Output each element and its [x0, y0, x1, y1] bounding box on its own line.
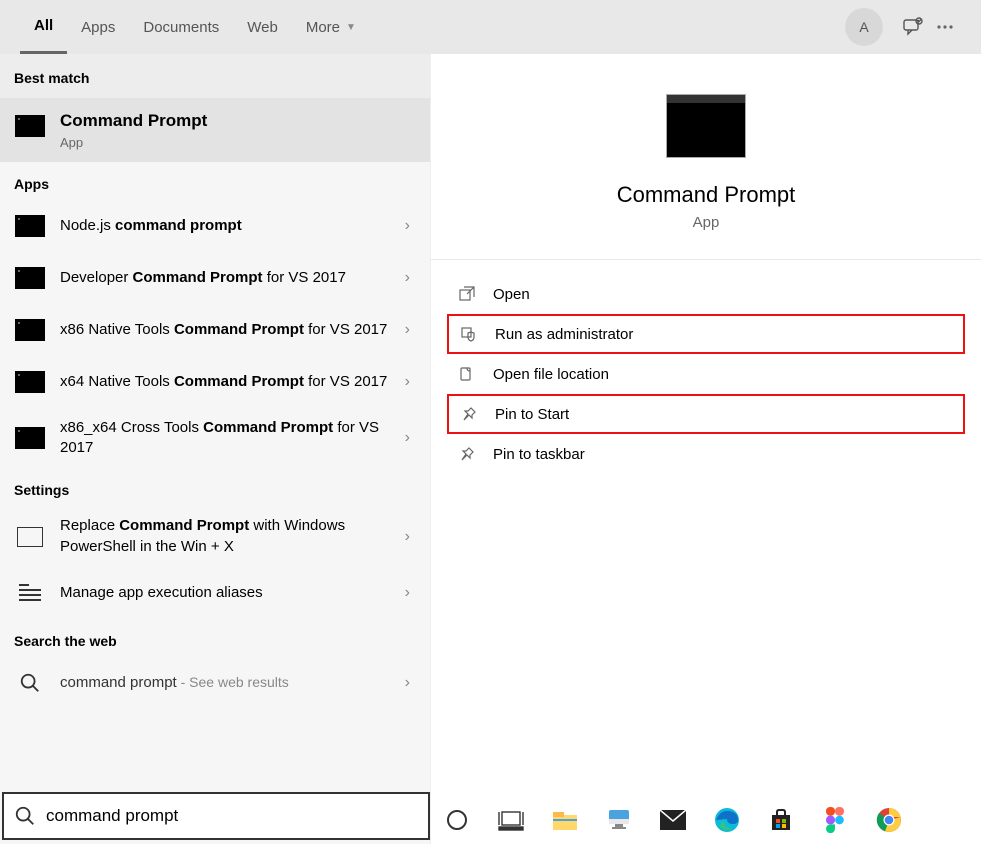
tab-documents[interactable]: Documents	[129, 0, 233, 54]
chevron-right-icon: ›	[399, 674, 416, 692]
tab-all[interactable]: All	[20, 0, 67, 54]
web-result-hint: - See web results	[177, 674, 289, 690]
search-input[interactable]	[46, 794, 428, 838]
app-result[interactable]: Node.js command prompt ›	[0, 200, 430, 252]
command-prompt-icon	[14, 110, 46, 142]
chevron-right-icon: ›	[399, 217, 416, 235]
tab-web[interactable]: Web	[233, 0, 292, 54]
result-text: x64 Native Tools Command Prompt for VS 2…	[60, 372, 399, 392]
chevron-right-icon: ›	[399, 584, 416, 602]
web-search-result[interactable]: command prompt - See web results ›	[0, 657, 430, 709]
feedback-icon[interactable]	[897, 8, 929, 46]
section-search-web: Search the web	[0, 619, 430, 657]
section-best-match: Best match	[0, 54, 430, 98]
section-settings: Settings	[0, 468, 430, 506]
settings-result[interactable]: Replace Command Prompt with Windows Powe…	[0, 506, 430, 567]
result-text: x86_x64 Cross Tools Command Prompt for V…	[60, 418, 399, 459]
action-open-location-label: Open file location	[493, 366, 609, 383]
taskbar	[432, 796, 981, 844]
web-result-text: command prompt - See web results	[60, 673, 399, 693]
taskbar-figma-icon[interactable]	[818, 803, 852, 837]
taskbar-explorer-icon[interactable]	[548, 803, 582, 837]
taskbar-taskview-icon[interactable]	[494, 803, 528, 837]
tab-more-label: More	[306, 19, 340, 36]
result-text: Developer Command Prompt for VS 2017	[60, 268, 399, 288]
taskbar-cortana-icon[interactable]	[440, 803, 474, 837]
folder-icon	[457, 364, 477, 384]
search-icon	[14, 667, 46, 699]
taskbar-chrome-icon[interactable]	[872, 803, 906, 837]
command-prompt-icon	[14, 262, 46, 294]
app-result[interactable]: x64 Native Tools Command Prompt for VS 2…	[0, 356, 430, 408]
open-icon	[457, 284, 477, 304]
search-icon	[14, 805, 36, 827]
app-preview-icon	[666, 94, 746, 158]
command-prompt-icon	[14, 314, 46, 346]
taskbar-edge-icon[interactable]	[710, 803, 744, 837]
result-text: x86 Native Tools Command Prompt for VS 2…	[60, 320, 399, 340]
command-prompt-icon	[14, 366, 46, 398]
pin-icon	[457, 444, 477, 464]
search-box[interactable]	[2, 792, 430, 840]
chevron-right-icon: ›	[399, 269, 416, 287]
command-prompt-icon	[14, 210, 46, 242]
action-pin-taskbar[interactable]: Pin to taskbar	[447, 434, 965, 474]
result-text: Node.js command prompt	[60, 216, 399, 236]
action-run-admin[interactable]: Run as administrator	[447, 314, 965, 354]
result-text: Replace Command Prompt with Windows Powe…	[60, 516, 399, 557]
monitor-icon	[17, 527, 43, 547]
action-pin-start-label: Pin to Start	[495, 406, 569, 423]
user-avatar[interactable]: A	[845, 8, 883, 46]
chevron-right-icon: ›	[399, 321, 416, 339]
more-options-icon[interactable]	[929, 8, 961, 46]
action-open-label: Open	[493, 286, 530, 303]
result-text: Manage app execution aliases	[60, 583, 399, 603]
preview-column: Command Prompt App Open Run as administr…	[430, 54, 981, 844]
pin-icon	[459, 404, 479, 424]
chevron-right-icon: ›	[399, 373, 416, 391]
divider	[431, 259, 981, 260]
app-result[interactable]: x86 Native Tools Command Prompt for VS 2…	[0, 304, 430, 356]
action-open[interactable]: Open	[447, 274, 965, 314]
results-column: Best match Command Prompt App Apps Node.…	[0, 54, 430, 844]
tabs-row: All Apps Documents Web More ▼ A	[0, 0, 981, 54]
shield-icon	[459, 324, 479, 344]
action-open-location[interactable]: Open file location	[447, 354, 965, 394]
web-result-term: command prompt	[60, 674, 177, 691]
command-prompt-icon	[14, 422, 46, 454]
best-match-subtitle: App	[60, 135, 207, 150]
best-match-result[interactable]: Command Prompt App	[0, 98, 430, 162]
section-apps: Apps	[0, 162, 430, 200]
list-icon	[19, 584, 41, 601]
action-pin-taskbar-label: Pin to taskbar	[493, 446, 585, 463]
chevron-right-icon: ›	[399, 429, 416, 447]
taskbar-store-icon[interactable]	[764, 803, 798, 837]
chevron-right-icon: ›	[399, 528, 416, 546]
preview-type: App	[693, 214, 720, 231]
taskbar-app-icon[interactable]	[602, 803, 636, 837]
action-pin-start[interactable]: Pin to Start	[447, 394, 965, 434]
settings-result[interactable]: Manage app execution aliases ›	[0, 567, 430, 619]
best-match-title: Command Prompt	[60, 110, 207, 133]
preview-title: Command Prompt	[617, 182, 796, 208]
app-result[interactable]: Developer Command Prompt for VS 2017 ›	[0, 252, 430, 304]
app-result[interactable]: x86_x64 Cross Tools Command Prompt for V…	[0, 408, 430, 469]
taskbar-mail-icon[interactable]	[656, 803, 690, 837]
tab-apps[interactable]: Apps	[67, 0, 129, 54]
chevron-down-icon: ▼	[346, 22, 356, 33]
tab-more[interactable]: More ▼	[292, 0, 370, 54]
action-run-admin-label: Run as administrator	[495, 326, 633, 343]
